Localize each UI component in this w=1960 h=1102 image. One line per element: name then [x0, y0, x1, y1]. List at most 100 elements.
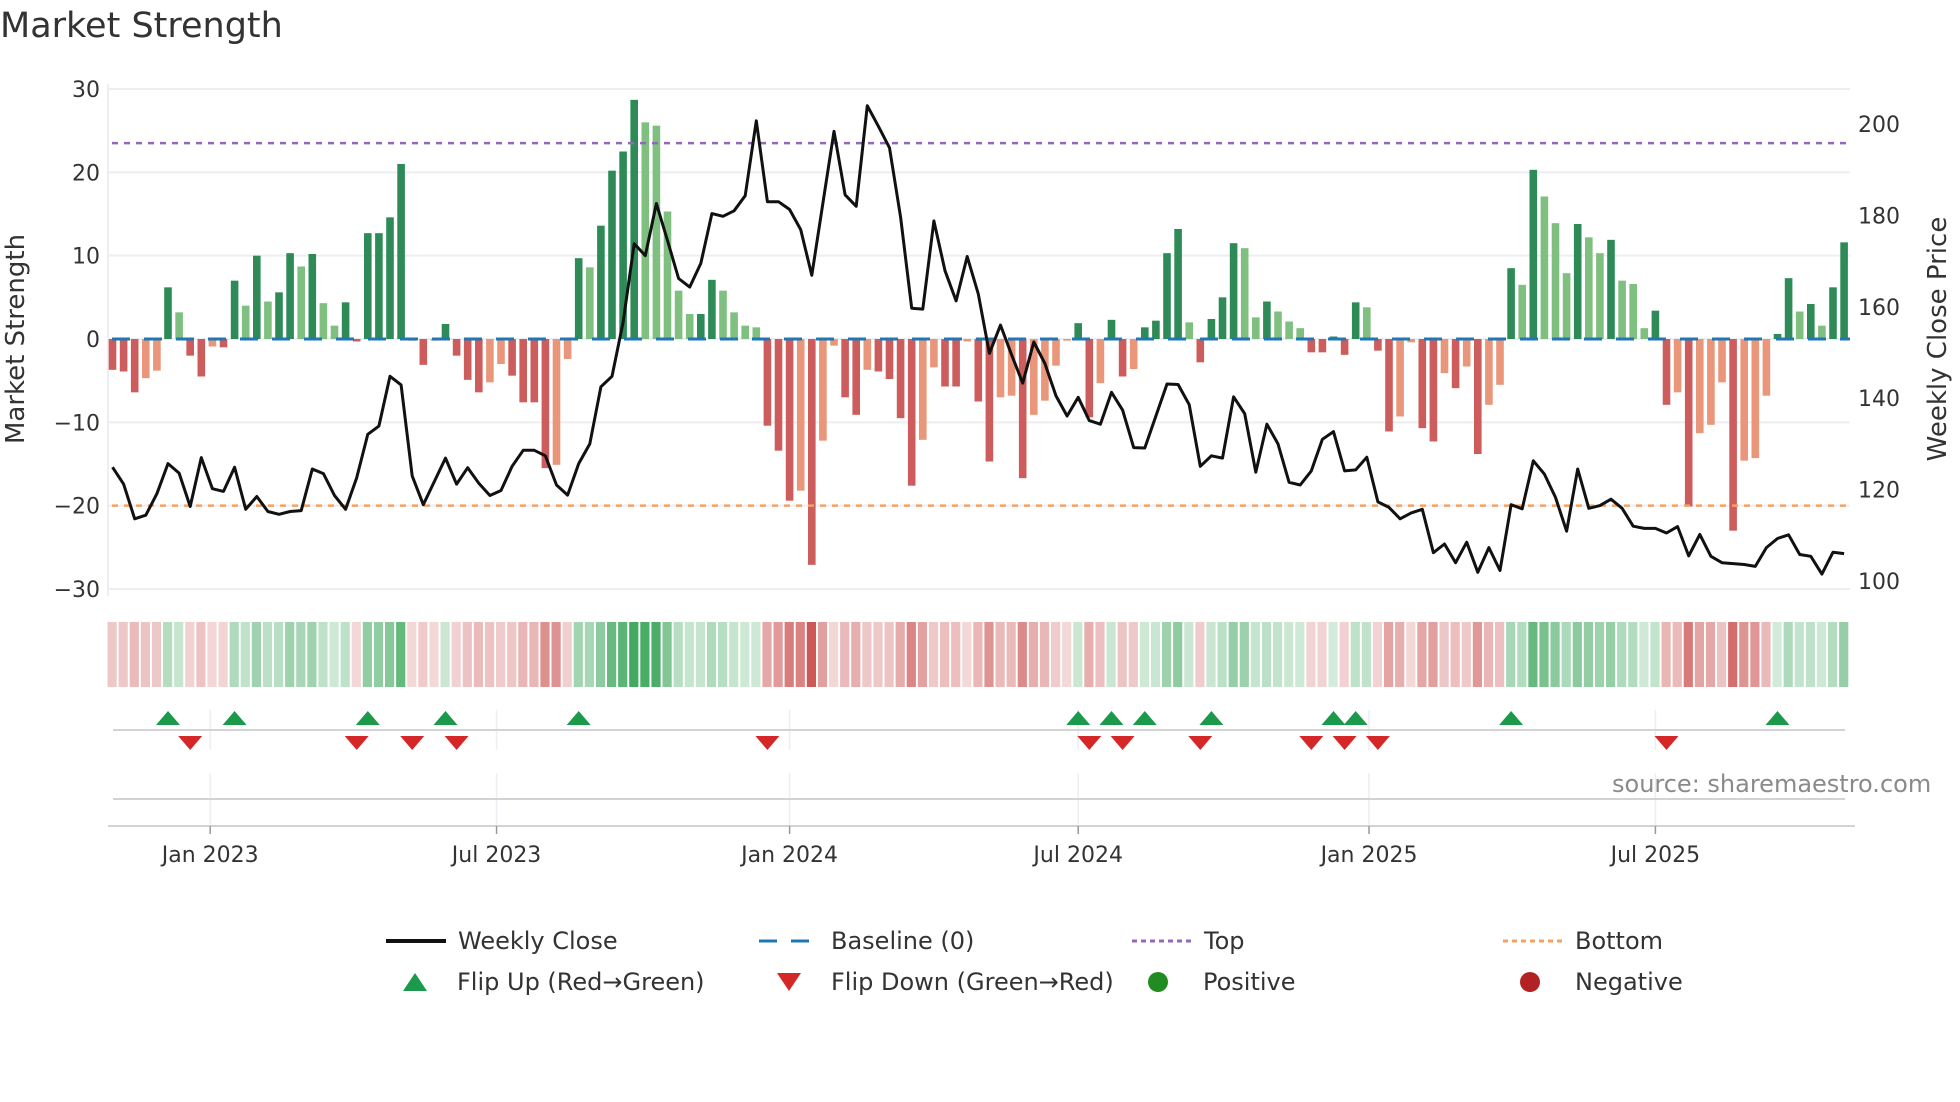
heat-cell	[207, 622, 217, 687]
heat-cell	[1361, 622, 1371, 687]
heat-cell	[1483, 622, 1494, 687]
positive-bar	[1607, 239, 1615, 339]
heat-cell	[462, 622, 472, 687]
negative-bar	[1762, 339, 1771, 396]
negative-bar	[153, 339, 161, 371]
positive-bar	[241, 305, 250, 339]
negative-bar	[1429, 339, 1438, 442]
heat-cell	[1639, 622, 1649, 687]
legend-item[interactable]: Baseline (0)	[759, 926, 974, 956]
heat-cell	[1705, 622, 1716, 687]
positive-bar	[697, 314, 705, 339]
negative-bar	[1707, 339, 1715, 425]
heat-cell	[829, 622, 839, 687]
positive-bar	[1551, 223, 1560, 339]
positive-bar	[1163, 253, 1171, 339]
legend-label: Baseline (0)	[831, 927, 975, 955]
positive-bar	[1285, 321, 1293, 339]
heat-cell	[562, 622, 572, 687]
heat-cell	[1184, 622, 1194, 687]
legend-label: Top	[1204, 927, 1245, 955]
positive-bar	[175, 312, 183, 339]
positive-bar	[397, 164, 405, 339]
heat-cell	[1628, 622, 1638, 687]
heat-cell	[1772, 622, 1782, 687]
y-tick-label: −20	[54, 495, 100, 520]
negative-bar	[1496, 339, 1504, 385]
positive-bar	[574, 258, 583, 339]
heat-cell	[773, 622, 783, 687]
negative-bar	[808, 339, 816, 565]
negative-bar	[930, 339, 938, 368]
negative-bar	[352, 339, 361, 342]
circle-red-icon	[1518, 970, 1575, 994]
flip-down-marker	[1188, 736, 1213, 750]
legend-item[interactable]: Weekly Close	[386, 926, 618, 956]
flip-up-marker	[566, 711, 591, 725]
flip-up-marker	[1765, 711, 1790, 725]
flip-up-marker	[222, 711, 247, 725]
negative-bar	[974, 339, 983, 402]
y2-tick-label: 160	[1858, 296, 1900, 321]
legend-item[interactable]: Flip Down (Green→Red)	[774, 967, 1114, 997]
heat-cell	[1683, 622, 1693, 687]
heat-cell	[218, 622, 228, 687]
positive-bar	[630, 99, 638, 340]
heat-cell	[1717, 622, 1727, 687]
heat-cell	[1561, 622, 1571, 687]
dashed-line-icon	[759, 936, 831, 946]
heat-cell	[1739, 622, 1749, 687]
heat-cell	[429, 622, 439, 687]
negative-bar	[497, 339, 505, 364]
heat-cell	[1550, 622, 1560, 687]
legend-item[interactable]: Top	[1132, 926, 1245, 956]
heat-cell	[1284, 622, 1294, 687]
heat-cell	[496, 622, 506, 687]
positive-bar	[685, 314, 694, 339]
y2-tick-label: 200	[1858, 113, 1900, 138]
negative-bar	[463, 339, 472, 380]
positive-bar	[308, 254, 317, 339]
triangle-up-icon	[400, 971, 457, 993]
heat-cell	[1439, 622, 1449, 687]
heat-cell	[1162, 622, 1172, 687]
flip-up-marker	[1066, 711, 1091, 725]
heat-cell	[1506, 622, 1516, 687]
negative-bar	[1085, 339, 1094, 418]
legend-item[interactable]: Negative	[1518, 967, 1683, 997]
heat-cell	[984, 622, 994, 687]
heat-cell	[1317, 622, 1327, 687]
legend-item[interactable]: Bottom	[1503, 926, 1663, 956]
heat-cell	[917, 622, 927, 687]
legend-item[interactable]: Positive	[1146, 967, 1296, 997]
heat-cell	[1228, 622, 1238, 687]
heat-cell	[1095, 622, 1105, 687]
heat-cell	[140, 622, 150, 687]
heat-cell	[940, 622, 950, 687]
legend-label: Bottom	[1575, 927, 1664, 955]
heat-cell	[862, 622, 872, 687]
heat-cell	[1728, 622, 1738, 687]
negative-bar	[486, 339, 494, 383]
solid-line-icon	[386, 936, 458, 946]
positive-bar	[253, 255, 261, 339]
positive-bar	[1363, 307, 1371, 339]
heat-cell	[1672, 622, 1682, 687]
dotted-line-purple-icon	[1132, 936, 1204, 946]
heat-cell	[951, 622, 961, 687]
negative-bar	[552, 339, 561, 465]
heat-cell	[1450, 622, 1460, 687]
heat-cell	[595, 622, 606, 687]
negative-bar	[1684, 339, 1693, 507]
legend-item[interactable]: Flip Up (Red→Green)	[400, 967, 705, 997]
y2-tick-label: 100	[1858, 570, 1900, 595]
heat-cell	[373, 622, 384, 687]
negative-bar	[108, 339, 117, 370]
heat-cell	[906, 622, 916, 687]
negative-bar	[774, 339, 783, 451]
heat-cell	[418, 622, 428, 687]
positive-bar	[286, 253, 294, 339]
heat-cell	[729, 622, 739, 687]
positive-bar	[1829, 287, 1837, 339]
negative-bar	[1418, 339, 1427, 429]
